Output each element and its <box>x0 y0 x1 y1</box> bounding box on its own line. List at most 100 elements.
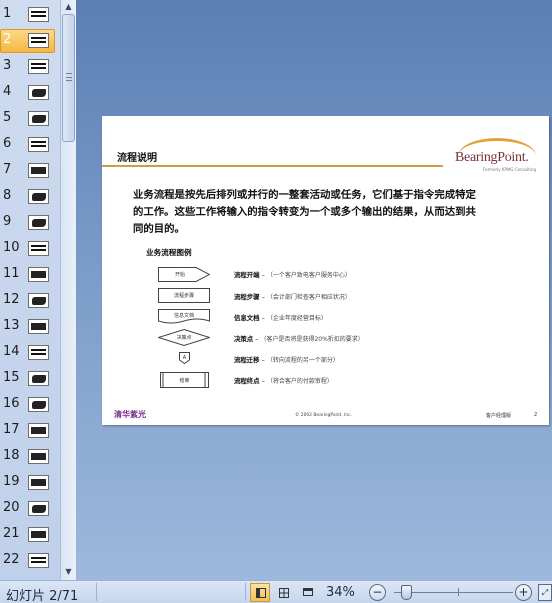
slide-thumbnail[interactable]: 9 <box>0 212 58 234</box>
slide-thumbnail[interactable]: 14 <box>0 342 58 364</box>
thumbnail-line <box>31 249 46 251</box>
footer-label: 客户经理版 <box>486 413 512 419</box>
thumbnail-number: 14 <box>3 344 20 359</box>
slide-thumbnail[interactable]: 6 <box>0 134 58 156</box>
slide-thumbnail[interactable]: 12 <box>0 290 58 312</box>
slide-thumbnail[interactable]: 1 <box>0 4 58 26</box>
process-step-shape-icon[interactable]: 流程步骤 <box>158 288 210 303</box>
logo-wordmark: BearingPoint. <box>455 150 529 165</box>
slide-thumbnail[interactable]: 22 <box>0 550 58 572</box>
thumbnail-number: 3 <box>3 58 12 73</box>
legend-row[interactable]: 流程步骤 – （会计部门检查客户相应状况） <box>234 292 351 301</box>
thumbnail-number: 17 <box>3 422 20 437</box>
slide-page-number: 2 <box>534 412 538 418</box>
slide-thumbnail-panel[interactable]: 1 2 3 4 5 6 7 8 9 10 11 12 13 14 15 16 17 18 19 20 21 22 <box>0 0 60 580</box>
thumbnail-graphic <box>32 297 46 305</box>
thumbnail-graphic <box>32 401 46 409</box>
slide-sorter-icon <box>279 588 289 598</box>
thumbnail-line <box>31 145 46 147</box>
end-shape-icon[interactable]: 结束 <box>160 372 209 388</box>
zoom-out-button[interactable]: − <box>369 584 386 601</box>
legend-name: 信息文档 <box>234 314 260 322</box>
thumbnail-preview <box>28 423 49 438</box>
thumbnail-number: 5 <box>3 110 12 125</box>
slide-title[interactable]: 流程说明 <box>117 149 157 164</box>
thumbnail-graphic <box>31 271 46 278</box>
thumbnail-number: 15 <box>3 370 20 385</box>
thumbnail-number: 16 <box>3 396 20 411</box>
bearingpoint-logo: BearingPoint. Formerly KPMG Consulting <box>455 138 539 174</box>
scroll-down-arrow-icon[interactable]: ▼ <box>61 565 76 579</box>
slide-thumbnail[interactable]: 4 <box>0 82 58 104</box>
slide-thumbnail[interactable]: 17 <box>0 420 58 442</box>
fit-to-window-icon[interactable]: ⤢ <box>538 584 552 601</box>
thumbnail-number: 19 <box>3 474 20 489</box>
thumbnail-number: 1 <box>3 6 12 21</box>
flow-legend-heading[interactable]: 业务流程图例 <box>146 247 192 258</box>
connector-shape-icon[interactable]: A <box>179 352 190 364</box>
thumbnail-preview <box>28 293 49 308</box>
legend-name: 流程迁移 <box>234 356 260 364</box>
slide-thumbnail[interactable]: 2 <box>0 29 58 53</box>
thumbnail-graphic <box>32 193 46 201</box>
legend-row[interactable]: 信息文档 – （企业年度经营目标） <box>234 313 327 322</box>
slideshow-button[interactable] <box>297 583 317 602</box>
legend-row[interactable]: 流程迁移 – （转向流程的另一个部分） <box>234 355 339 364</box>
slide-thumbnail[interactable]: 19 <box>0 472 58 494</box>
thumbnail-line <box>31 353 46 355</box>
slide-thumbnail[interactable]: 8 <box>0 186 58 208</box>
thumbnail-line <box>31 41 46 43</box>
normal-view-icon <box>256 588 266 598</box>
slide-thumbnail[interactable]: 16 <box>0 394 58 416</box>
thumbnail-graphic <box>32 115 46 123</box>
slide-thumbnail[interactable]: 3 <box>0 56 58 78</box>
thumbnail-scrollbar[interactable]: ▲ ▼ <box>60 0 76 580</box>
scroll-up-arrow-icon[interactable]: ▲ <box>61 0 76 14</box>
title-underline <box>102 165 443 167</box>
thumbnail-preview <box>28 319 49 334</box>
thumbnail-graphic <box>31 323 46 330</box>
document-shape-icon[interactable]: 信息文档 <box>158 309 210 324</box>
slide-thumbnail[interactable]: 18 <box>0 446 58 468</box>
thumbnail-preview <box>28 501 49 516</box>
zoom-slider-thumb[interactable] <box>401 585 412 600</box>
thumbnail-graphic <box>32 375 46 383</box>
thumbnail-line <box>31 67 46 69</box>
slide-thumbnail[interactable]: 21 <box>0 524 58 546</box>
status-bar: 幻灯片 2/71 34% − + ⤢ <box>0 580 552 603</box>
shape-label: 信息文档 <box>173 312 194 319</box>
legend-desc: （一个客户致电客户服务中心） <box>266 272 351 279</box>
zoom-level[interactable]: 34% <box>326 585 355 600</box>
slide-thumbnail[interactable]: 20 <box>0 498 58 520</box>
footer-copyright: © 2002 BearingPoint, Inc. <box>295 413 352 418</box>
thumbnail-preview <box>28 163 49 178</box>
thumbnail-number: 9 <box>3 214 12 229</box>
slide-sorter-button[interactable] <box>273 583 293 602</box>
slide-thumbnail[interactable]: 10 <box>0 238 58 260</box>
legend-desc: （转向流程的另一个部分） <box>266 357 339 364</box>
thumbnail-preview <box>28 7 49 22</box>
zoom-in-button[interactable]: + <box>515 584 532 601</box>
legend-row[interactable]: 流程开端 – （一个客户致电客户服务中心） <box>234 270 351 279</box>
slide-thumbnail[interactable]: 5 <box>0 108 58 130</box>
slide-editing-area[interactable]: 流程说明 BearingPoint. Formerly KPMG Consult… <box>76 0 552 580</box>
slide-thumbnail[interactable]: 7 <box>0 160 58 182</box>
slide-thumbnail[interactable]: 13 <box>0 316 58 338</box>
start-shape-icon[interactable]: 开始 <box>158 267 210 282</box>
thumbnail-preview <box>28 345 49 360</box>
legend-row[interactable]: 决策点 – （客户是否将是获得20%折扣的要求） <box>234 334 364 343</box>
thumbnail-line <box>31 15 46 17</box>
slide-thumbnail[interactable]: 15 <box>0 368 58 390</box>
footer-logo: 清华紫光 <box>114 410 146 419</box>
decision-diamond-icon[interactable]: 决策点 <box>158 329 210 346</box>
legend-row[interactable]: 流程终点 – （将合客户的付款审程） <box>234 376 333 385</box>
grip-icon <box>66 73 72 81</box>
thumbnail-number: 2 <box>3 32 12 47</box>
slide-body-text[interactable]: 业务流程是按先后排列或并行的一整套活动或任务，它们基于指令完成特定的工作。这些工… <box>133 187 483 238</box>
normal-view-button[interactable] <box>250 583 270 602</box>
thumbnail-line <box>31 349 46 351</box>
scrollbar-thumb[interactable] <box>62 14 75 142</box>
logo-tagline: Formerly KPMG Consulting <box>483 167 537 172</box>
slide-thumbnail[interactable]: 11 <box>0 264 58 286</box>
current-slide[interactable]: 流程说明 BearingPoint. Formerly KPMG Consult… <box>102 116 549 425</box>
